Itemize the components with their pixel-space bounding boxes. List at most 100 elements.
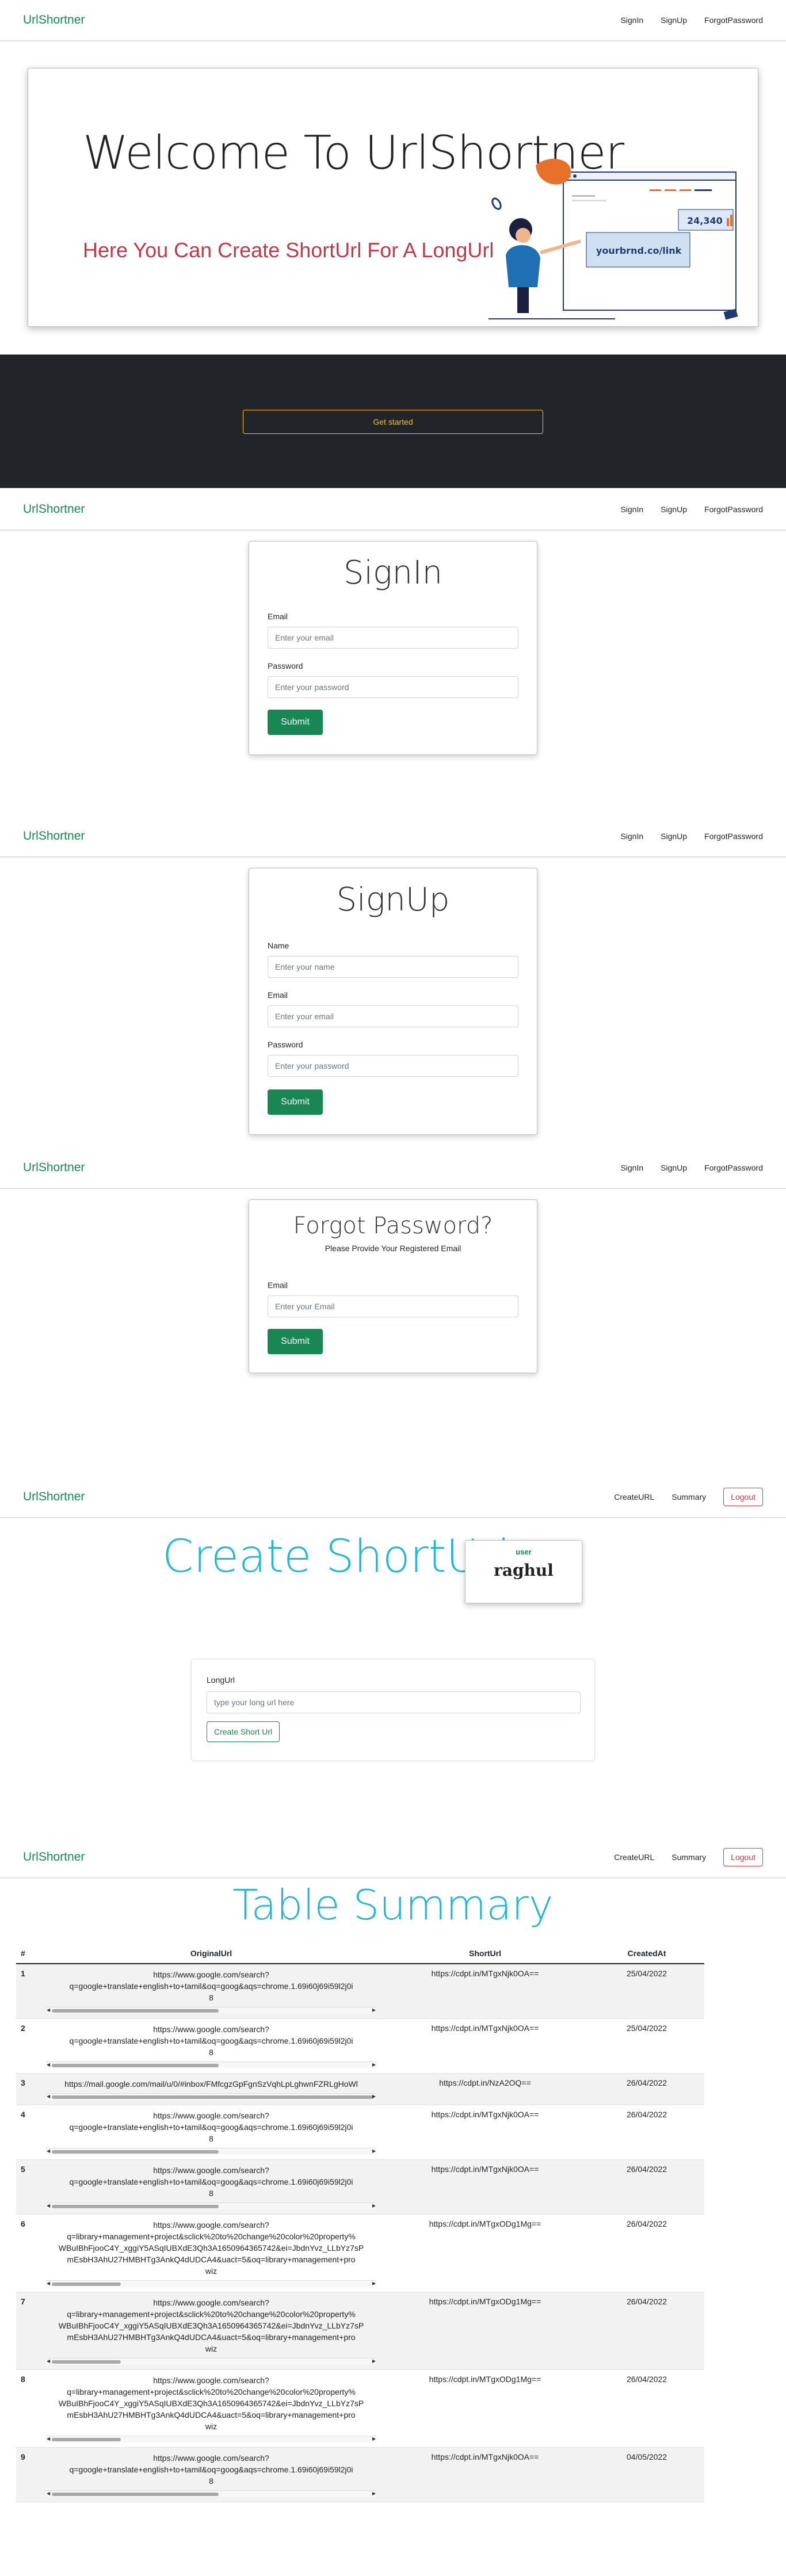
scroll-left-icon[interactable]: ◀ bbox=[47, 2491, 50, 2496]
horizontal-scrollbar[interactable]: ◀ ▶ bbox=[46, 2202, 376, 2209]
nav-signin[interactable]: SignIn bbox=[620, 1163, 643, 1172]
brand-link[interactable]: UrlShortner bbox=[23, 502, 85, 516]
scroll-right-icon[interactable]: ▶ bbox=[372, 2094, 376, 2099]
nav-summary[interactable]: Summary bbox=[671, 1853, 706, 1862]
nav-forgot-password[interactable]: ForgotPassword bbox=[704, 832, 763, 841]
nav-signup[interactable]: SignUp bbox=[661, 16, 687, 25]
nav-signup[interactable]: SignUp bbox=[661, 832, 687, 841]
nav-links: SignIn SignUp ForgotPassword bbox=[620, 505, 763, 514]
brand-link[interactable]: UrlShortner bbox=[23, 1490, 85, 1504]
home-section: UrlShortner SignIn SignUp ForgotPassword bbox=[0, 0, 786, 41]
forgot-section: UrlShortner SignIn SignUp ForgotPassword bbox=[0, 1148, 786, 1189]
nav-create-url[interactable]: CreateURL bbox=[614, 1853, 654, 1862]
nav-signup[interactable]: SignUp bbox=[661, 1163, 687, 1172]
scrollbar-thumb[interactable] bbox=[52, 2009, 219, 2013]
scroll-right-icon[interactable]: ▶ bbox=[372, 2148, 376, 2154]
illustration-link: yourbrnd.co/link bbox=[596, 245, 682, 256]
scroll-left-icon[interactable]: ◀ bbox=[47, 2358, 50, 2364]
logout-button[interactable]: Logout bbox=[723, 1488, 763, 1506]
scrollbar-thumb[interactable] bbox=[52, 2150, 219, 2154]
horizontal-scrollbar[interactable]: ◀ ▶ bbox=[46, 2061, 376, 2068]
brand-link[interactable]: UrlShortner bbox=[23, 829, 85, 843]
navbar: UrlShortner CreateURL Summary Logout bbox=[0, 1477, 786, 1518]
scroll-right-icon[interactable]: ▶ bbox=[372, 2007, 376, 2013]
create-short-url-button[interactable]: Create Short Url bbox=[207, 1721, 280, 1742]
scroll-right-icon[interactable]: ▶ bbox=[372, 2358, 376, 2364]
scrollbar-thumb[interactable] bbox=[52, 2095, 374, 2099]
row-index: 4 bbox=[16, 2105, 41, 2160]
scroll-right-icon[interactable]: ▶ bbox=[372, 2436, 376, 2441]
forgot-email-label: Email bbox=[268, 1281, 288, 1290]
signup-name-input[interactable]: Enter your name bbox=[268, 956, 518, 978]
nav-links: SignIn SignUp ForgotPassword bbox=[620, 1163, 763, 1172]
brand-link[interactable]: UrlShortner bbox=[23, 1850, 85, 1864]
created-at-cell: 26/04/2022 bbox=[589, 2292, 704, 2370]
forgot-email-input[interactable]: Enter your Email bbox=[268, 1295, 518, 1317]
col-header-originalurl: OriginalUrl bbox=[41, 1943, 381, 1964]
original-url-line: https://www.google.com/search? bbox=[153, 2111, 269, 2120]
scrollbar-thumb[interactable] bbox=[52, 2493, 219, 2496]
horizontal-scrollbar[interactable]: ◀ ▶ bbox=[46, 2007, 376, 2014]
scroll-left-icon[interactable]: ◀ bbox=[47, 2203, 50, 2208]
short-url-cell[interactable]: https://cdpt.in/MTgxNjk0OA== bbox=[381, 2159, 589, 2215]
short-url-cell[interactable]: https://cdpt.in/MTgxNjk0OA== bbox=[381, 2018, 589, 2074]
brand-link[interactable]: UrlShortner bbox=[23, 13, 85, 27]
original-url: https://www.google.com/search? q=library+… bbox=[46, 2375, 376, 2432]
scroll-left-icon[interactable]: ◀ bbox=[47, 2148, 50, 2154]
signup-password-input[interactable]: Enter your password bbox=[268, 1055, 518, 1077]
scrollbar-thumb[interactable] bbox=[52, 2205, 219, 2208]
short-url-cell[interactable]: https://cdpt.in/MTgxODg1Mg== bbox=[381, 2369, 589, 2448]
scrollbar-thumb[interactable] bbox=[52, 2438, 121, 2441]
original-url-line: WBuIBhFjooC4Y_xggiY5ASqIUBXdE3Qh3A165096… bbox=[58, 2243, 364, 2253]
signin-email-input[interactable]: Enter your email bbox=[268, 627, 518, 649]
scroll-right-icon[interactable]: ▶ bbox=[372, 2491, 376, 2496]
nav-forgot-password[interactable]: ForgotPassword bbox=[704, 505, 763, 514]
original-url-line: q=google+translate+english+to+tamil&oq=g… bbox=[69, 2465, 353, 2474]
signup-email-input[interactable]: Enter your email bbox=[268, 1005, 518, 1027]
nav-forgot-password[interactable]: ForgotPassword bbox=[704, 16, 763, 25]
scroll-left-icon[interactable]: ◀ bbox=[47, 2281, 50, 2286]
brand-link[interactable]: UrlShortner bbox=[23, 1161, 85, 1175]
nav-create-url[interactable]: CreateURL bbox=[614, 1492, 654, 1502]
signin-password-input[interactable]: Enter your password bbox=[268, 676, 518, 698]
horizontal-scrollbar[interactable]: ◀ ▶ bbox=[46, 2490, 376, 2497]
forgot-submit-button[interactable]: Submit bbox=[268, 1329, 323, 1354]
horizontal-scrollbar[interactable]: ◀ ▶ bbox=[46, 2436, 376, 2442]
logout-button[interactable]: Logout bbox=[723, 1848, 763, 1866]
short-url-cell[interactable]: https://cdpt.in/MTgxODg1Mg== bbox=[381, 2214, 589, 2292]
nav-signup[interactable]: SignUp bbox=[661, 505, 687, 514]
nav-signin[interactable]: SignIn bbox=[620, 832, 643, 841]
scroll-left-icon[interactable]: ◀ bbox=[47, 2094, 50, 2099]
scroll-right-icon[interactable]: ▶ bbox=[372, 2062, 376, 2067]
signin-submit-button[interactable]: Submit bbox=[268, 710, 323, 735]
nav-summary[interactable]: Summary bbox=[671, 1492, 706, 1502]
scrollbar-thumb[interactable] bbox=[52, 2282, 121, 2286]
short-url-cell[interactable]: https://cdpt.in/MTgxNjk0OA== bbox=[381, 2447, 589, 2502]
scroll-right-icon[interactable]: ▶ bbox=[372, 2281, 376, 2286]
original-url-cell: https://www.google.com/search? q=google+t… bbox=[41, 2018, 381, 2074]
horizontal-scrollbar[interactable]: ◀ ▶ bbox=[46, 2148, 376, 2155]
scroll-left-icon[interactable]: ◀ bbox=[47, 2007, 50, 2013]
scroll-right-icon[interactable]: ▶ bbox=[372, 2203, 376, 2208]
horizontal-scrollbar[interactable]: ◀ ▶ bbox=[46, 2358, 376, 2365]
signup-submit-button[interactable]: Submit bbox=[268, 1089, 323, 1115]
get-started-button[interactable]: Get started bbox=[243, 410, 543, 434]
scrollbar-thumb[interactable] bbox=[52, 2360, 121, 2364]
short-url-cell[interactable]: https://cdpt.in/MTgxNjk0OA== bbox=[381, 1964, 589, 2019]
original-url-cell: https://mail.google.com/mail/u/0/#inbox/… bbox=[41, 2073, 381, 2105]
horizontal-scrollbar[interactable]: ◀ ▶ bbox=[46, 2280, 376, 2287]
scroll-left-icon[interactable]: ◀ bbox=[47, 2436, 50, 2441]
hero-illustration: 24,340 yourbrnd.co/link bbox=[489, 158, 738, 320]
nav-forgot-password[interactable]: ForgotPassword bbox=[704, 1163, 763, 1172]
short-url-cell[interactable]: https://cdpt.in/MTgxODg1Mg== bbox=[381, 2292, 589, 2370]
horizontal-scrollbar[interactable]: ◀ ▶ bbox=[46, 2093, 376, 2100]
longurl-input[interactable]: type your long url here bbox=[207, 1691, 581, 1713]
nav-signin[interactable]: SignIn bbox=[620, 505, 643, 514]
signin-email-label: Email bbox=[268, 612, 288, 621]
short-url-cell[interactable]: https://cdpt.in/MTgxNjk0OA== bbox=[381, 2105, 589, 2160]
scrollbar-thumb[interactable] bbox=[52, 2064, 219, 2067]
short-url-cell[interactable]: https://cdpt.in/NzA2OQ== bbox=[381, 2073, 589, 2105]
signup-title: SignUp bbox=[336, 881, 450, 919]
scroll-left-icon[interactable]: ◀ bbox=[47, 2062, 50, 2067]
nav-signin[interactable]: SignIn bbox=[620, 16, 643, 25]
